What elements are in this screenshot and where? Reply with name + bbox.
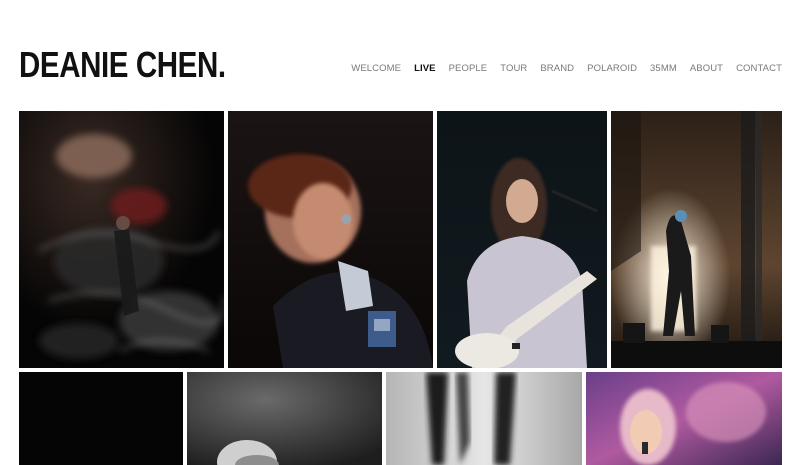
- photo-gallery: [0, 0, 800, 465]
- gallery-photo-blurred-performer[interactable]: [19, 111, 224, 368]
- gallery-photo-monochrome-head[interactable]: [187, 372, 382, 465]
- gallery-photo-abstract[interactable]: [386, 372, 582, 465]
- gallery-photo-stage-performer[interactable]: [611, 111, 782, 368]
- gallery-photo-purple-performer[interactable]: [586, 372, 782, 465]
- gallery-photo-dark[interactable]: [19, 372, 183, 465]
- gallery-photo-man-earpiece[interactable]: [228, 111, 433, 368]
- gallery-photo-guitarist[interactable]: [437, 111, 607, 368]
